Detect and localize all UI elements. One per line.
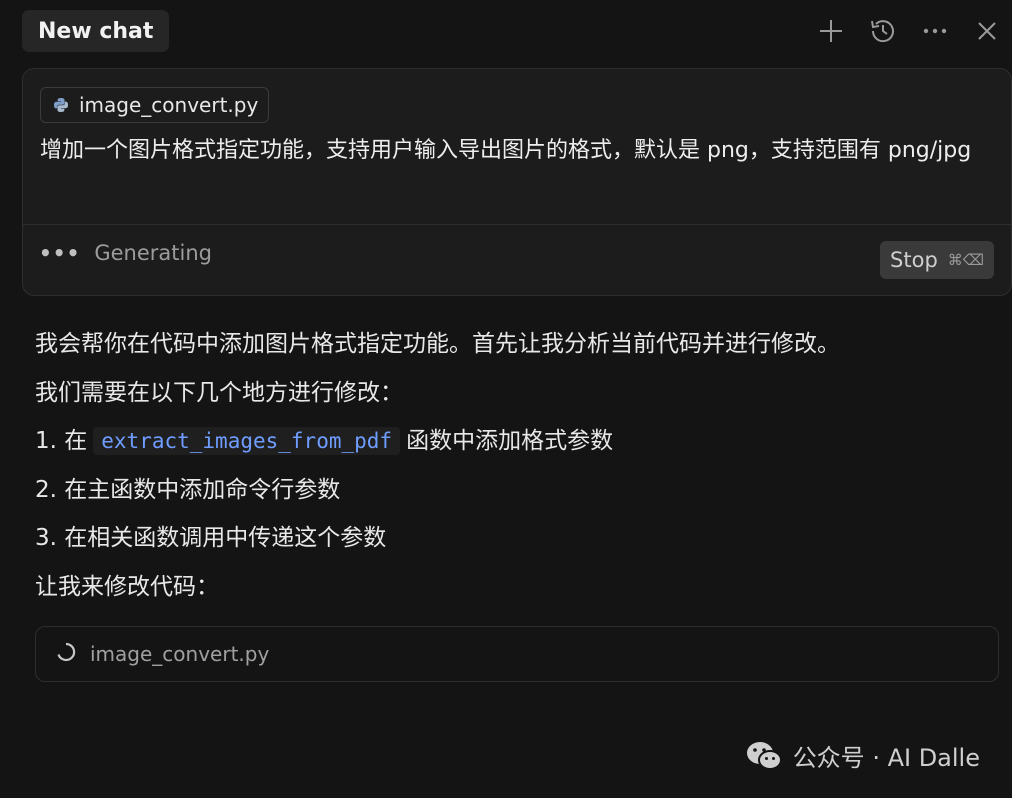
spinner-icon <box>56 642 76 667</box>
assistant-response: 我会帮你在代码中添加图片格式指定功能。首先让我分析当前代码并进行修改。 我们需要… <box>35 322 995 613</box>
response-step-3: 3. 在相关函数调用中传递这个参数 <box>35 525 387 551</box>
file-chip[interactable]: image_convert.py <box>40 87 270 123</box>
tab-new-chat[interactable]: New chat <box>22 10 170 52</box>
stop-label: Stop <box>890 248 938 272</box>
response-step-2: 2. 在主函数中添加命令行参数 <box>35 476 341 503</box>
response-step-1: 1. 在 extract_images_from_pdf 函数中添加格式参数 <box>35 419 995 468</box>
prompt-text: 增加一个图片格式指定功能，支持用户输入导出图片的格式，默认是 png，支持范围有… <box>40 138 972 163</box>
status-text: Generating <box>94 241 212 265</box>
plus-icon[interactable] <box>816 16 846 46</box>
python-icon <box>54 98 68 112</box>
history-icon[interactable] <box>868 16 898 46</box>
ellipsis-icon: ••• <box>39 241 81 265</box>
watermark: 公众号 · AI Dalle <box>745 738 980 773</box>
file-chip-label: image_convert.py <box>79 93 259 117</box>
response-lead: 我们需要在以下几个地方进行修改： <box>35 379 403 406</box>
generation-status: ••• Generating <box>39 241 212 265</box>
step1-prefix: 1. 在 <box>35 428 88 454</box>
file-status-label: image_convert.py <box>90 642 270 666</box>
header-toolbar <box>816 10 1002 52</box>
response-closing: 让我来修改代码： <box>35 573 219 600</box>
close-icon[interactable] <box>972 16 1002 46</box>
card-divider <box>23 224 1011 225</box>
file-edit-status[interactable]: image_convert.py <box>35 626 999 682</box>
step1-suffix: 函数中添加格式参数 <box>406 428 614 454</box>
response-intro: 我会帮你在代码中添加图片格式指定功能。首先让我分析当前代码并进行修改。 <box>35 331 840 357</box>
wechat-icon <box>746 741 782 770</box>
tab-label: New chat <box>38 18 154 44</box>
more-icon[interactable] <box>920 16 950 46</box>
stop-shortcut: ⌘⌫ <box>947 251 984 269</box>
watermark-text: 公众号 · AI Dalle <box>792 744 980 772</box>
chat-panel: New chat image_convert.py 增加一个图片格式指定功能，支… <box>0 0 1012 798</box>
inline-code: extract_images_from_pdf <box>93 427 401 455</box>
stop-button[interactable]: Stop ⌘⌫ <box>880 241 994 279</box>
prompt-card: image_convert.py 增加一个图片格式指定功能，支持用户输入导出图片… <box>22 68 1012 296</box>
